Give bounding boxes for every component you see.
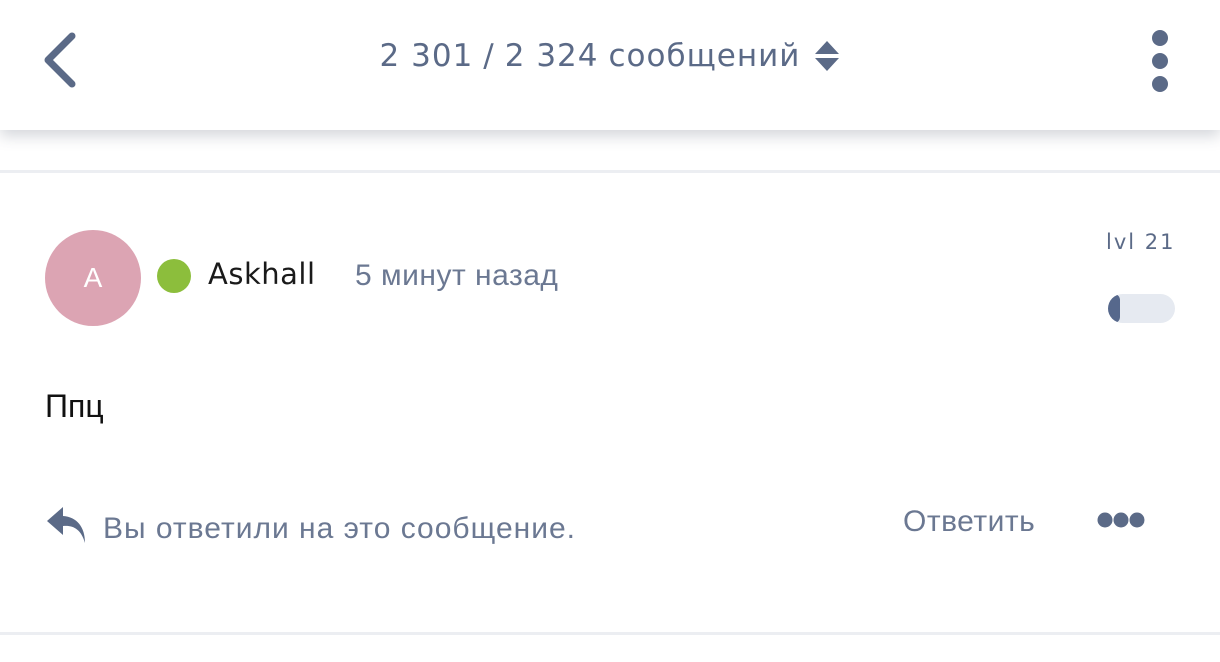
reply-button[interactable]: Ответить: [903, 505, 1035, 539]
top-bar: 2 301 / 2 324 сообщений: [0, 0, 1220, 130]
counter-current: 2 301: [379, 38, 474, 74]
divider: [0, 632, 1220, 635]
online-status-indicator: [157, 259, 191, 293]
counter-separator: /: [483, 38, 495, 74]
message-thread-screen: 2 301 / 2 324 сообщений A Askhall 5 мину…: [0, 0, 1220, 662]
vertical-dots-icon: [1150, 29, 1170, 97]
level-progress-fill: [1108, 294, 1121, 323]
divider: [0, 170, 1220, 173]
avatar-letter: A: [83, 262, 103, 293]
avatar[interactable]: A: [45, 230, 141, 326]
reply-status: Вы ответили на это сообщение.: [45, 505, 576, 549]
horizontal-dots-icon: [1097, 511, 1145, 533]
reply-arrow-icon: [45, 505, 89, 549]
message-text: Ппц: [45, 388, 104, 424]
level-progress-bar: [1108, 294, 1175, 323]
username[interactable]: Askhall: [208, 257, 316, 291]
timestamp: 5 минут назад: [355, 259, 559, 292]
level-label: lvl 21: [1106, 230, 1176, 254]
reply-status-text: Вы ответили на это сообщение.: [103, 512, 576, 545]
counter-total: 2 324: [504, 38, 599, 74]
counter-unit: сообщений: [608, 38, 801, 74]
menu-button[interactable]: [1136, 28, 1184, 98]
more-options-button[interactable]: [1094, 508, 1148, 536]
message-counter[interactable]: 2 301 / 2 324 сообщений: [0, 38, 1220, 74]
sort-up-down-icon: [814, 40, 840, 72]
